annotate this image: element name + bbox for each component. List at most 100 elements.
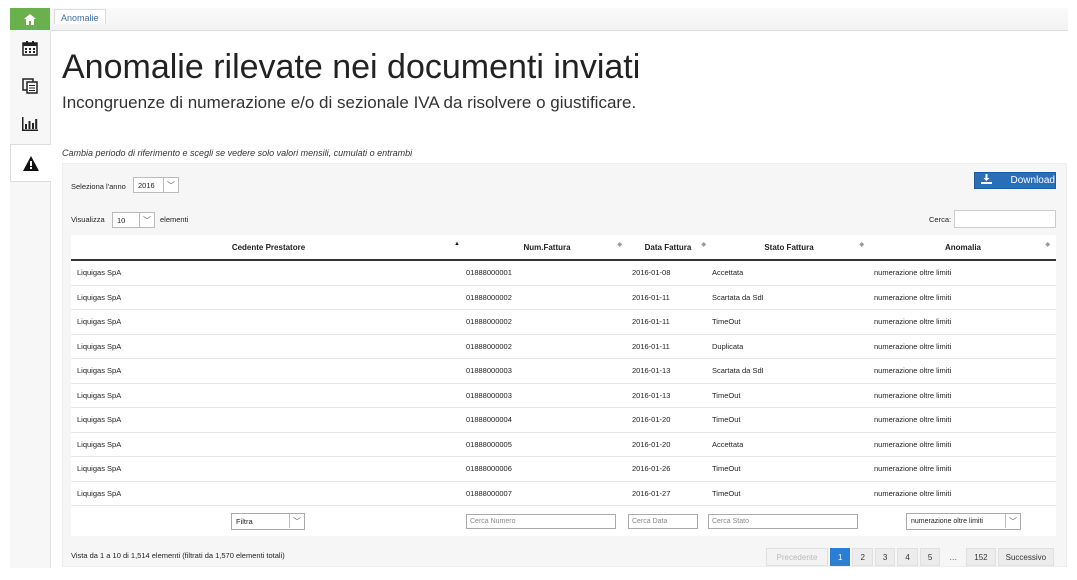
cedente-filter-value: Filtra — [236, 516, 253, 526]
chevron-down-icon: ﹀ — [139, 213, 154, 227]
sort-icon: ◆ — [701, 242, 706, 248]
data-cell: 2016-01-08 — [628, 260, 708, 286]
anomalia-filter-value: numerazione oltre limiti — [911, 517, 983, 525]
charts-button[interactable] — [10, 106, 50, 142]
data-cell: 2016-01-26 — [628, 456, 708, 482]
year-label: Seleziona l'anno — [71, 182, 126, 191]
col-cedente[interactable]: Cedente Prestatore ▲ — [71, 235, 466, 261]
chevron-down-icon: ﹀ — [1005, 514, 1020, 528]
calendar-button[interactable] — [10, 30, 50, 66]
documents-button[interactable] — [10, 68, 50, 104]
col-anomalia[interactable]: Anomalia ◆ — [870, 235, 1056, 261]
anomalies-button[interactable] — [10, 144, 51, 182]
table-row[interactable]: Liquigas SpA 01888000002 2016-01-11 TimeOut… — [71, 309, 1056, 335]
cedente-cell: Liquigas SpA — [71, 456, 466, 482]
page-button[interactable]: 1 — [830, 548, 851, 566]
year-select[interactable]: 2016 ﹀ — [133, 177, 179, 193]
numero-cell: 01888000007 — [466, 481, 628, 506]
search-label: Cerca: — [929, 215, 952, 224]
anomalia-filter-select[interactable]: numerazione oltre limiti ﹀ — [906, 512, 1021, 530]
download-button[interactable]: Download — [974, 172, 1056, 189]
page-size-select[interactable]: 10 ﹀ — [112, 212, 155, 228]
pagination: Precedente 1 2 3 4 5 … 152 Successivo — [764, 548, 1055, 566]
anomalia-cell: numerazione oltre limiti — [870, 407, 1056, 433]
anomalia-cell: numerazione oltre limiti — [870, 358, 1056, 384]
next-page-button[interactable]: Successivo — [997, 548, 1055, 566]
cedente-cell: Liquigas SpA — [71, 481, 466, 506]
data-cell: 2016-01-20 — [628, 432, 708, 457]
prev-page-button[interactable]: Precedente — [766, 548, 828, 566]
numero-cell: 01888000002 — [466, 334, 628, 359]
data-cell: 2016-01-11 — [628, 334, 708, 359]
page-button[interactable]: 4 — [897, 548, 918, 566]
year-value: 2016 — [138, 180, 155, 190]
cedente-cell: Liquigas SpA — [71, 285, 466, 310]
calendar-icon — [22, 41, 38, 56]
stato-cell: Scartata da SdI — [708, 358, 870, 384]
col-stato[interactable]: Stato Fattura ◆ — [708, 235, 870, 261]
stato-cell: Duplicata — [708, 334, 870, 359]
numero-cell: 01888000002 — [466, 309, 628, 335]
home-button[interactable] — [10, 8, 50, 30]
stato-cell: Accettata — [708, 260, 870, 286]
data-cell: 2016-01-11 — [628, 309, 708, 335]
numero-filter-input[interactable]: Cerca Numero — [466, 513, 616, 529]
anomalia-cell: numerazione oltre limiti — [870, 481, 1056, 506]
stato-cell: Accettata — [708, 432, 870, 457]
col-numero[interactable]: Num.Fattura ◆ — [466, 235, 628, 261]
numero-cell: 01888000003 — [466, 358, 628, 384]
data-cell: 2016-01-13 — [628, 383, 708, 408]
filter-row: Filtra ﹀ Cerca Numero Cerca Data Cerca S… — [71, 505, 1056, 536]
table-info: Vista da 1 a 10 di 1,514 elementi (filtr… — [71, 551, 285, 560]
chevron-down-icon: ﹀ — [163, 178, 178, 192]
tab-bar — [50, 8, 1068, 31]
col-label: Stato Fattura — [764, 242, 814, 252]
col-label: Anomalia — [944, 242, 981, 252]
cedente-cell: Liquigas SpA — [71, 309, 466, 335]
page-button[interactable]: 152 — [966, 548, 996, 566]
chevron-down-icon: ﹀ — [289, 514, 304, 528]
home-icon — [24, 13, 36, 25]
data-filter-input[interactable]: Cerca Data — [628, 513, 698, 529]
stato-cell: TimeOut — [708, 383, 870, 408]
anomalia-cell: numerazione oltre limiti — [870, 383, 1056, 408]
cedente-cell: Liquigas SpA — [71, 260, 466, 286]
sort-asc-icon: ▲ — [454, 241, 460, 247]
period-hint: Cambia periodo di riferimento e scegli s… — [62, 148, 413, 158]
table-row[interactable]: Liquigas SpA 01888000006 2016-01-26 TimeOut… — [71, 456, 1056, 482]
page-button[interactable]: 2 — [852, 548, 873, 566]
stato-cell: TimeOut — [708, 456, 870, 482]
page-button[interactable]: 5 — [919, 548, 941, 566]
bar-chart-icon — [22, 117, 38, 131]
stato-cell: Scartata da SdI — [708, 285, 870, 310]
warning-icon — [23, 155, 39, 171]
numero-cell: 01888000003 — [466, 383, 628, 408]
anomalia-cell: numerazione oltre limiti — [870, 456, 1056, 482]
numero-cell: 01888000006 — [466, 456, 628, 482]
tab-anomalie[interactable]: Anomalie — [54, 9, 106, 24]
table-row[interactable]: Liquigas SpA 01888000005 2016-01-20 Accetta… — [71, 432, 1056, 457]
cedente-cell: Liquigas SpA — [71, 407, 466, 433]
data-cell: 2016-01-27 — [628, 481, 708, 506]
table-row[interactable]: Liquigas SpA 01888000007 2016-01-27 TimeOut… — [71, 481, 1056, 506]
table-row[interactable]: Liquigas SpA 01888000003 2016-01-13 Scartat… — [71, 358, 1056, 384]
page-title: Anomalie rilevate nei documenti inviati — [62, 48, 641, 86]
table-row[interactable]: Liquigas SpA 01888000004 2016-01-20 TimeOut… — [71, 407, 1056, 433]
page-button[interactable]: 3 — [874, 548, 896, 566]
col-label: Data Fattura — [644, 242, 692, 252]
search-input[interactable] — [954, 210, 1056, 228]
stato-filter-input[interactable]: Cerca Stato — [708, 513, 858, 529]
sort-icon: ◆ — [617, 242, 622, 248]
page-subtitle: Incongruenze di numerazione e/o di sezio… — [62, 93, 637, 112]
show-suffix: elementi — [160, 215, 189, 224]
table-row[interactable]: Liquigas SpA 01888000002 2016-01-11 Duplica… — [71, 334, 1056, 359]
table-row[interactable]: Liquigas SpA 01888000002 2016-01-11 Scartat… — [71, 285, 1056, 310]
show-label: Visualizza — [71, 215, 105, 224]
stato-cell: TimeOut — [708, 407, 870, 433]
table-row[interactable]: Liquigas SpA 01888000003 2016-01-13 TimeOut… — [71, 383, 1056, 408]
col-label: Num.Fattura — [523, 242, 571, 252]
col-data[interactable]: Data Fattura ◆ — [628, 235, 708, 261]
table-row[interactable]: Liquigas SpA 01888000001 2016-01-08 Accetta… — [71, 260, 1056, 286]
col-label: Cedente Prestatore — [231, 242, 306, 252]
cedente-filter-select[interactable]: Filtra ﹀ — [231, 512, 305, 530]
